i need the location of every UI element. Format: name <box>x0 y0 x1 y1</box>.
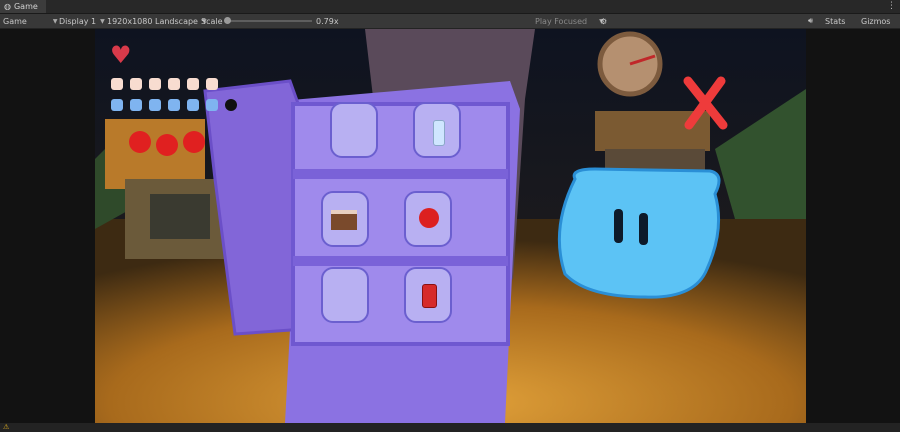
resolution-dropdown[interactable]: 1920x1080 Landscape ▼ <box>107 14 207 28</box>
red-button <box>156 134 178 156</box>
chevron-down-icon: ▼ <box>52 17 58 25</box>
thirst-pip <box>168 99 180 111</box>
status-bar: ⚠ <box>0 423 900 432</box>
editor-tabbar: ◍ Game ⋮ <box>0 0 900 14</box>
game-tab-label: Game <box>13 2 38 11</box>
hunger-pip <box>130 78 142 90</box>
thirst-pip <box>149 99 161 111</box>
scale-label: Scale <box>201 16 223 26</box>
resolution-label: 1920x1080 Landscape <box>107 16 198 26</box>
fridge-slot-2-left[interactable] <box>321 191 369 247</box>
game-toolbar: Game ▼ Display 1 ▼ 1920x1080 Landscape ▼… <box>0 14 900 29</box>
hunger-pip <box>168 78 180 90</box>
fridge-slot-2-right[interactable] <box>404 191 452 247</box>
more-options-icon[interactable]: ⋮ <box>887 1 896 11</box>
hunger-pip <box>111 78 123 90</box>
mode-dropdown[interactable]: Game ▼ <box>3 14 57 28</box>
slime-eye <box>614 209 623 243</box>
scale-slider-track[interactable] <box>226 20 312 22</box>
game-viewport: ♥ <box>0 29 900 423</box>
machine-top <box>105 119 205 189</box>
slime-eye <box>639 213 648 245</box>
cake-slice-icon <box>331 210 357 230</box>
warning-icon: ⚠ <box>3 423 10 431</box>
red-button <box>183 131 205 153</box>
hunger-pip <box>149 78 161 90</box>
audio-icon[interactable]: 🔊︎ <box>808 14 813 28</box>
mode-label: Game <box>3 16 27 26</box>
water-bottle-icon <box>433 120 445 146</box>
thirst-pip <box>187 99 199 111</box>
thirst-pip <box>130 99 142 111</box>
red-button <box>129 131 151 153</box>
stats-toggle[interactable]: Stats <box>825 14 845 28</box>
thirst-pip <box>225 99 237 111</box>
thirst-pip <box>206 99 218 111</box>
display-label: Display 1 <box>59 16 97 26</box>
display-dropdown[interactable]: Display 1 ▼ <box>59 14 105 28</box>
thirst-pip <box>111 99 123 111</box>
soda-can-icon <box>422 284 437 308</box>
bug-icon[interactable]: ⚙ <box>600 14 607 28</box>
game-scene[interactable]: ♥ <box>95 29 806 423</box>
play-mode-label: Play Focused <box>535 16 588 26</box>
fridge-slot-3-right[interactable] <box>404 267 452 323</box>
fridge-slot-1-left[interactable] <box>330 102 378 158</box>
apple-icon <box>419 208 439 228</box>
game-tab[interactable]: ◍ Game <box>0 0 46 13</box>
gizmos-toggle[interactable]: Gizmos <box>861 14 890 28</box>
gizmos-label: Gizmos <box>861 16 891 26</box>
scale-value: 0.79x <box>316 16 339 26</box>
stats-label: Stats <box>825 16 846 26</box>
fridge-slot-3-left[interactable] <box>321 267 369 323</box>
fridge-slot-1-right[interactable] <box>413 102 461 158</box>
hunger-pip <box>206 78 218 90</box>
scale-slider-handle[interactable] <box>224 17 231 24</box>
chevron-down-icon: ▼ <box>100 17 105 25</box>
game-controller-icon: ◍ <box>4 2 11 11</box>
play-mode-dropdown[interactable]: Play Focused ▼ <box>535 14 604 28</box>
hunger-pip <box>187 78 199 90</box>
heart-icon: ♥ <box>110 41 132 69</box>
